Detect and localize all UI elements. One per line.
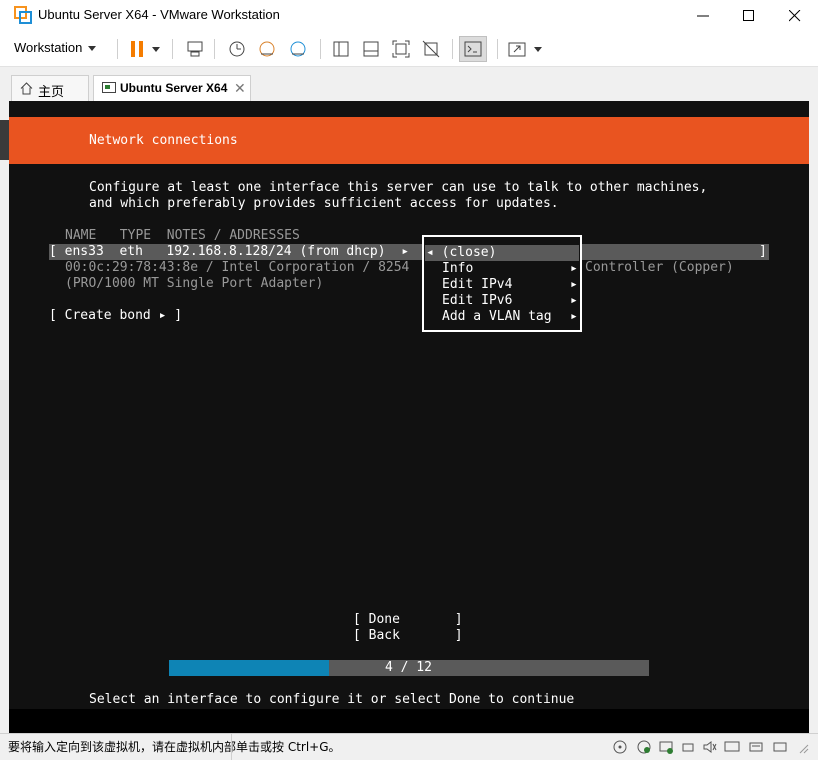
window-title: Ubuntu Server X64 - VMware Workstation — [38, 7, 280, 22]
menu-item-info[interactable]: Info — [442, 261, 473, 277]
interface-detail-adapter: (PRO/1000 MT Single Port Adapter) — [65, 276, 324, 291]
vm-icon — [102, 82, 116, 93]
progress-bar-fill — [169, 660, 329, 676]
maximize-button[interactable] — [726, 0, 772, 31]
sound-icon[interactable] — [702, 739, 718, 755]
terminal-icon[interactable] — [464, 40, 482, 58]
interface-row-text: [ ens33 eth 192.168.8.128/24 (from dhcp)… — [49, 244, 410, 259]
cd-dvd-icon[interactable] — [636, 739, 652, 755]
close-tab-icon[interactable]: ✕ — [234, 80, 246, 97]
unity-icon[interactable] — [422, 40, 440, 58]
power-icon[interactable] — [772, 739, 788, 755]
menu-item-edit-ipv4[interactable]: Edit IPv4 — [442, 277, 512, 293]
library-icon[interactable] — [332, 40, 350, 58]
pause-icon[interactable] — [128, 40, 146, 58]
tab-home[interactable]: 主页 — [11, 75, 89, 101]
console-bottom-strip — [9, 709, 809, 733]
workstation-menu[interactable]: Workstation — [14, 40, 97, 55]
toolbar-divider — [214, 39, 215, 59]
fullscreen-icon[interactable] — [392, 40, 410, 58]
intro-text-line-2: and which preferably provides sufficient… — [89, 196, 559, 211]
stretch-dropdown-icon[interactable] — [534, 47, 542, 52]
title-bar: Ubuntu Server X64 - VMware Workstation — [0, 0, 818, 31]
maximize-icon — [743, 10, 754, 21]
toolbar-divider — [172, 39, 173, 59]
tab-ubuntu-server[interactable]: Ubuntu Server X64 ✕ — [93, 75, 251, 102]
status-bar: 要将输入定向到该虚拟机，请在虚拟机内部单击或按 Ctrl+G。 — [0, 733, 818, 760]
stretch-icon[interactable] — [508, 40, 526, 58]
submenu-arrow-icon: ▸ — [570, 293, 578, 308]
toolbar: Workstation — [0, 31, 818, 67]
progress-bar: 4 / 12 — [169, 660, 649, 676]
status-message: 要将输入定向到该虚拟机，请在虚拟机内部单击或按 Ctrl+G。 — [8, 740, 341, 754]
tab-ubuntu-server-label: Ubuntu Server X64 — [120, 81, 228, 95]
console-view-icon[interactable] — [362, 40, 380, 58]
background-window-fragment — [0, 380, 9, 480]
revert-snapshot-icon[interactable] — [258, 40, 276, 58]
resize-grip-icon[interactable] — [796, 739, 810, 755]
progress-label: 4 / 12 — [385, 660, 432, 675]
menu-item-add-vlan-tag[interactable]: Add a VLAN tag — [442, 309, 552, 325]
send-keys-icon[interactable] — [186, 40, 204, 58]
done-button[interactable]: [ Done ] — [353, 612, 463, 628]
submenu-arrow-icon: ▸ — [570, 277, 578, 292]
minimize-icon — [697, 15, 709, 17]
installer-header: Network connections — [9, 117, 809, 164]
chevron-down-icon — [88, 46, 97, 52]
toolbar-divider — [117, 39, 118, 59]
vmware-logo-icon — [14, 6, 32, 24]
menu-item-edit-ipv6[interactable]: Edit IPv6 — [442, 293, 512, 309]
intro-text-line-1: Configure at least one interface this se… — [89, 180, 708, 195]
footer-hint: Select an interface to configure it or s… — [89, 692, 575, 707]
toolbar-divider — [452, 39, 453, 59]
menu-item-close[interactable]: ◂ (close) — [426, 245, 496, 261]
snapshot-manager-icon[interactable] — [289, 40, 307, 58]
interface-detail-controller: Controller (Copper) — [585, 260, 734, 275]
message-log-icon[interactable] — [748, 739, 764, 755]
usb-icon[interactable] — [680, 739, 696, 755]
network-adapter-icon[interactable] — [658, 739, 674, 755]
toolbar-divider — [497, 39, 498, 59]
header-title: Network connections — [89, 133, 238, 148]
background-window-fragment — [0, 120, 9, 160]
snapshot-icon[interactable] — [228, 40, 246, 58]
submenu-arrow-icon: ▸ — [570, 261, 578, 276]
display-icon[interactable] — [724, 739, 740, 755]
pause-dropdown-icon[interactable] — [152, 47, 160, 52]
vm-console[interactable]: Network connections Configure at least o… — [9, 101, 809, 733]
hard-disk-icon[interactable] — [612, 739, 628, 755]
close-icon — [789, 10, 801, 22]
tab-strip: 主页 Ubuntu Server X64 ✕ — [0, 67, 818, 102]
interface-detail-mac: 00:0c:29:78:43:8e / Intel Corporation / … — [65, 260, 410, 275]
columns-header: NAME TYPE NOTES / ADDRESSES — [65, 228, 300, 243]
toolbar-divider — [320, 39, 321, 59]
back-button[interactable]: [ Back ] — [353, 628, 463, 644]
minimize-button[interactable] — [680, 0, 726, 31]
tab-home-label: 主页 — [38, 84, 65, 99]
create-bond-button[interactable]: [ Create bond ▸ ] — [49, 308, 182, 324]
workstation-menu-label: Workstation — [14, 40, 83, 55]
status-divider — [231, 734, 232, 760]
submenu-arrow-icon: ▸ — [570, 309, 578, 324]
close-window-button[interactable] — [772, 0, 818, 31]
home-icon — [20, 82, 33, 95]
interface-row-end: ] — [759, 244, 767, 259]
interface-action-menu: ◂ (close) Info ▸ Edit IPv4 ▸ Edit IPv6 ▸… — [422, 235, 582, 332]
